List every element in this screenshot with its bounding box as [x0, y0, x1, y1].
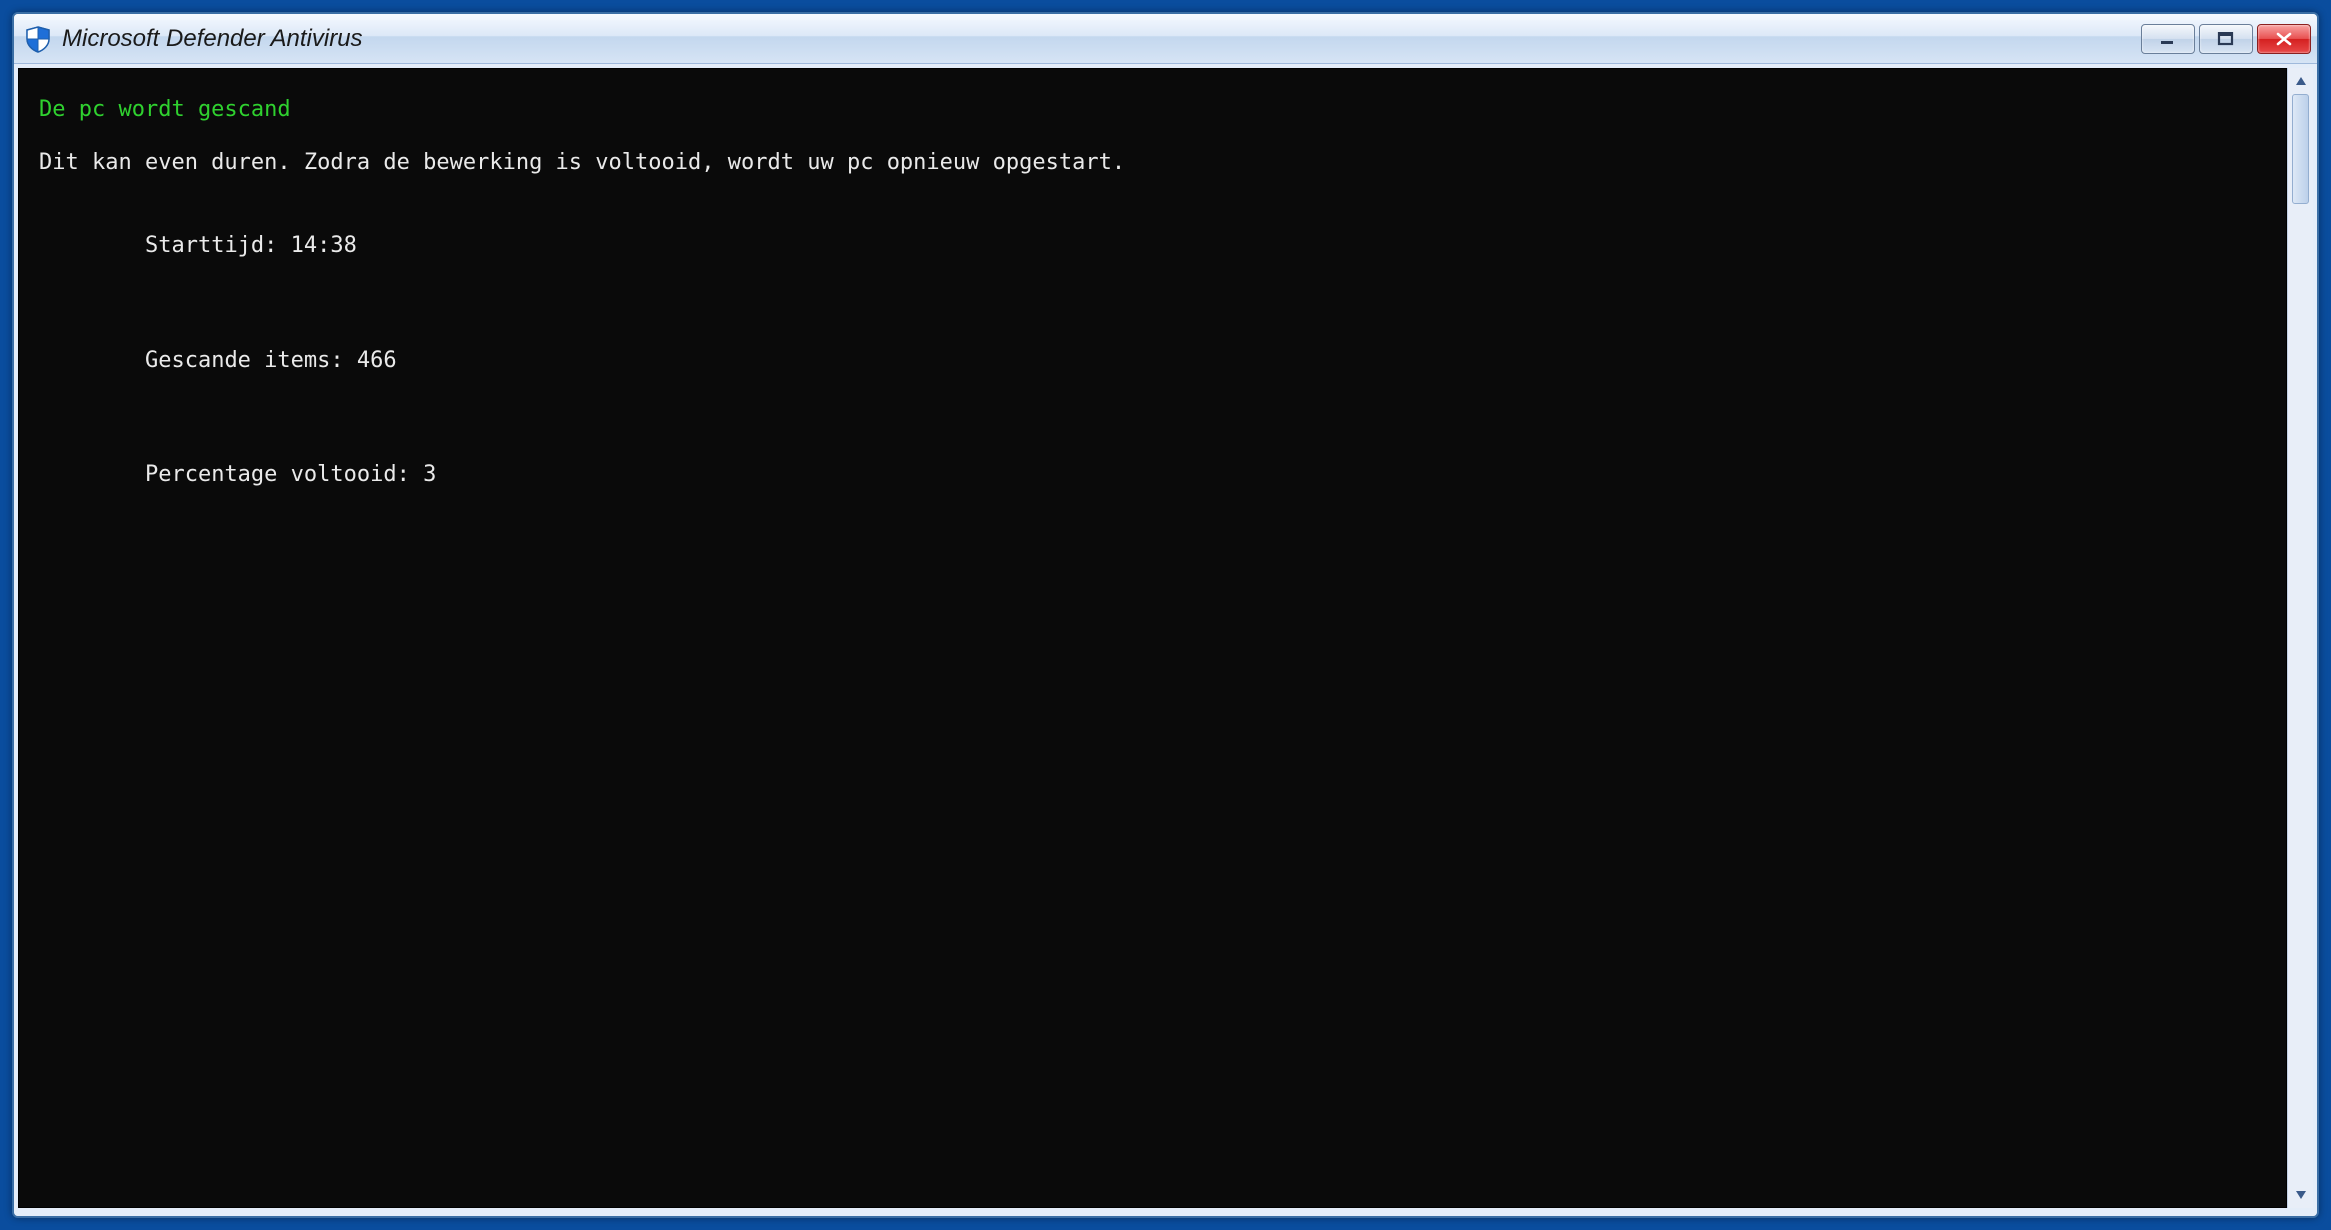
start-time-value: 14:38	[291, 233, 357, 258]
scan-heading: De pc wordt gescand	[39, 95, 2266, 126]
start-time-label: Starttijd:	[145, 233, 277, 258]
titlebar[interactable]: Microsoft Defender Antivirus	[14, 14, 2317, 64]
app-window: Microsoft Defender Antivirus De pc wordt…	[12, 12, 2319, 1218]
scroll-up-arrow-icon[interactable]	[2288, 68, 2314, 94]
console-output: De pc wordt gescand Dit kan even duren. …	[18, 68, 2287, 1208]
scroll-thumb[interactable]	[2292, 94, 2309, 204]
percent-complete-label: Percentage voltooid:	[145, 462, 410, 487]
scroll-track[interactable]	[2288, 94, 2313, 1182]
content-area: De pc wordt gescand Dit kan even duren. …	[14, 64, 2317, 1216]
scanned-items-label: Gescande items:	[145, 348, 344, 373]
window-controls	[2141, 24, 2311, 54]
percent-complete-value: 3	[423, 462, 436, 487]
minimize-button[interactable]	[2141, 24, 2195, 54]
scan-info: Dit kan even duren. Zodra de bewerking i…	[39, 148, 2266, 179]
vertical-scrollbar[interactable]	[2287, 68, 2313, 1208]
start-time-line: Starttijd: 14:38	[39, 201, 2266, 293]
close-button[interactable]	[2257, 24, 2311, 54]
defender-shield-icon	[24, 25, 52, 53]
maximize-button[interactable]	[2199, 24, 2253, 54]
scanned-items-line: Gescande items: 466	[39, 315, 2266, 407]
scroll-down-arrow-icon[interactable]	[2288, 1182, 2314, 1208]
scanned-items-value: 466	[357, 348, 397, 373]
window-title: Microsoft Defender Antivirus	[62, 25, 2141, 53]
percent-complete-line: Percentage voltooid: 3	[39, 429, 2266, 521]
